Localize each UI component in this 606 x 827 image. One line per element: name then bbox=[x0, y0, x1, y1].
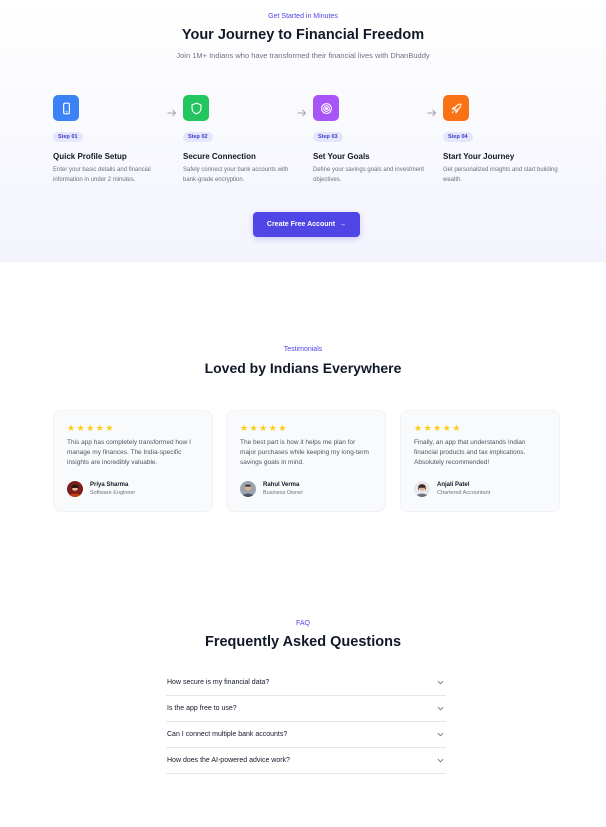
star-rating: ★ ★ ★ ★ ★ bbox=[414, 424, 546, 433]
star-rating: ★ ★ ★ ★ ★ bbox=[67, 424, 199, 433]
step-badge: Step 01 bbox=[53, 132, 83, 142]
step-badge: Step 02 bbox=[183, 132, 213, 142]
author-name: Anjali Patel bbox=[437, 482, 470, 488]
journey-title: Your Journey to Financial Freedom bbox=[181, 27, 425, 43]
step-description: Safely connect your bank accounts with b… bbox=[183, 167, 289, 183]
arrow-right-icon bbox=[297, 109, 307, 117]
rocket-icon bbox=[443, 95, 469, 121]
testimonial-quote: Finally, an app that understands Indian … bbox=[414, 439, 526, 466]
step-card-3: Step 03 Set Your Goals Define your savin… bbox=[313, 95, 431, 185]
faq-item[interactable]: How does the AI-powered advice work? bbox=[166, 748, 446, 774]
star-icon: ★ bbox=[433, 423, 442, 433]
shield-icon bbox=[183, 95, 209, 121]
step-card-4: Step 04 Start Your Journey Get personali… bbox=[443, 95, 561, 185]
faq-title: Frequently Asked Questions bbox=[204, 634, 402, 650]
step-title: Quick Profile Setup bbox=[53, 152, 127, 161]
star-icon: ★ bbox=[278, 423, 287, 433]
step-description: Define your savings goals and investment… bbox=[313, 167, 425, 183]
step-badge: Step 03 bbox=[313, 132, 343, 142]
star-icon: ★ bbox=[423, 423, 432, 433]
testimonial-card-1: ★ ★ ★ ★ ★ This app has completely transforme… bbox=[53, 410, 213, 512]
step-card-2: Step 02 Secure Connection Safely connect… bbox=[183, 95, 301, 185]
testimonial-author: Anjali Patel Chartered Accountant bbox=[414, 481, 490, 497]
testimonial-card-2: ★ ★ ★ ★ ★ The best part is how it helps me p… bbox=[226, 410, 386, 512]
author-name: Rahul Verma bbox=[263, 482, 300, 488]
avatar bbox=[414, 481, 430, 497]
faq-question: How secure is my financial data? bbox=[167, 679, 270, 686]
chevron-down-icon bbox=[437, 706, 444, 711]
step-description: Enter your basic details and financial i… bbox=[53, 167, 151, 183]
faq-item[interactable]: Can I connect multiple bank accounts? bbox=[166, 722, 446, 748]
testimonial-author: Rahul Verma Business Owner bbox=[240, 481, 303, 497]
step-badge: Step 04 bbox=[443, 132, 473, 142]
chevron-down-icon bbox=[437, 680, 444, 685]
avatar bbox=[240, 481, 256, 497]
star-icon: ★ bbox=[240, 423, 249, 433]
faq-item[interactable]: How secure is my financial data? bbox=[166, 670, 446, 696]
star-icon: ★ bbox=[268, 423, 277, 433]
chevron-down-icon bbox=[437, 732, 444, 737]
journey-eyebrow: Get Started in Minutes bbox=[268, 13, 338, 20]
testimonial-author: Priya Sharma Software Engineer bbox=[67, 481, 135, 497]
faq-eyebrow: FAQ bbox=[295, 620, 310, 627]
star-icon: ★ bbox=[105, 423, 114, 433]
journey-subtitle: Join 1M+ Indians who have transformed th… bbox=[176, 51, 430, 60]
step-title: Set Your Goals bbox=[313, 152, 370, 161]
star-rating: ★ ★ ★ ★ ★ bbox=[240, 424, 372, 433]
star-icon: ★ bbox=[442, 423, 451, 433]
star-icon: ★ bbox=[76, 423, 85, 433]
faq-question: Can I connect multiple bank accounts? bbox=[167, 731, 288, 738]
phone-icon bbox=[53, 95, 79, 121]
star-icon: ★ bbox=[86, 423, 95, 433]
chevron-down-icon bbox=[437, 758, 444, 763]
author-role: Software Engineer bbox=[90, 490, 136, 496]
star-icon: ★ bbox=[67, 423, 76, 433]
star-icon: ★ bbox=[259, 423, 268, 433]
faq-question: Is the app free to use? bbox=[167, 705, 237, 712]
testimonials-title: Loved by Indians Everywhere bbox=[204, 360, 402, 376]
testimonials-eyebrow: Testimonials bbox=[283, 346, 323, 353]
author-role: Chartered Accountant bbox=[437, 490, 491, 496]
target-icon bbox=[313, 95, 339, 121]
step-card-1: Step 01 Quick Profile Setup Enter your b… bbox=[53, 95, 171, 185]
faq-question: How does the AI-powered advice work? bbox=[167, 757, 290, 764]
testimonial-card-3: ★ ★ ★ ★ ★ Finally, an app that understands I… bbox=[400, 410, 560, 512]
arrow-right-icon bbox=[427, 109, 437, 117]
author-role: Business Owner bbox=[263, 490, 304, 496]
avatar bbox=[67, 481, 83, 497]
step-title: Start Your Journey bbox=[443, 152, 515, 161]
arrow-right-icon: → bbox=[339, 221, 347, 228]
create-account-button[interactable]: Create Free Account → bbox=[253, 212, 360, 237]
step-title: Secure Connection bbox=[183, 152, 256, 161]
step-description: Get personalized insights and start buil… bbox=[443, 167, 558, 183]
star-icon: ★ bbox=[249, 423, 258, 433]
star-icon: ★ bbox=[414, 423, 423, 433]
arrow-right-icon bbox=[167, 109, 177, 117]
author-name: Priya Sharma bbox=[90, 482, 129, 488]
testimonial-quote: This app has completely transformed how … bbox=[67, 439, 191, 466]
testimonial-quote: The best part is how it helps me plan fo… bbox=[240, 439, 369, 466]
star-icon: ★ bbox=[95, 423, 104, 433]
create-account-label: Create Free Account bbox=[266, 221, 336, 228]
star-icon: ★ bbox=[452, 423, 461, 433]
faq-item[interactable]: Is the app free to use? bbox=[166, 696, 446, 722]
